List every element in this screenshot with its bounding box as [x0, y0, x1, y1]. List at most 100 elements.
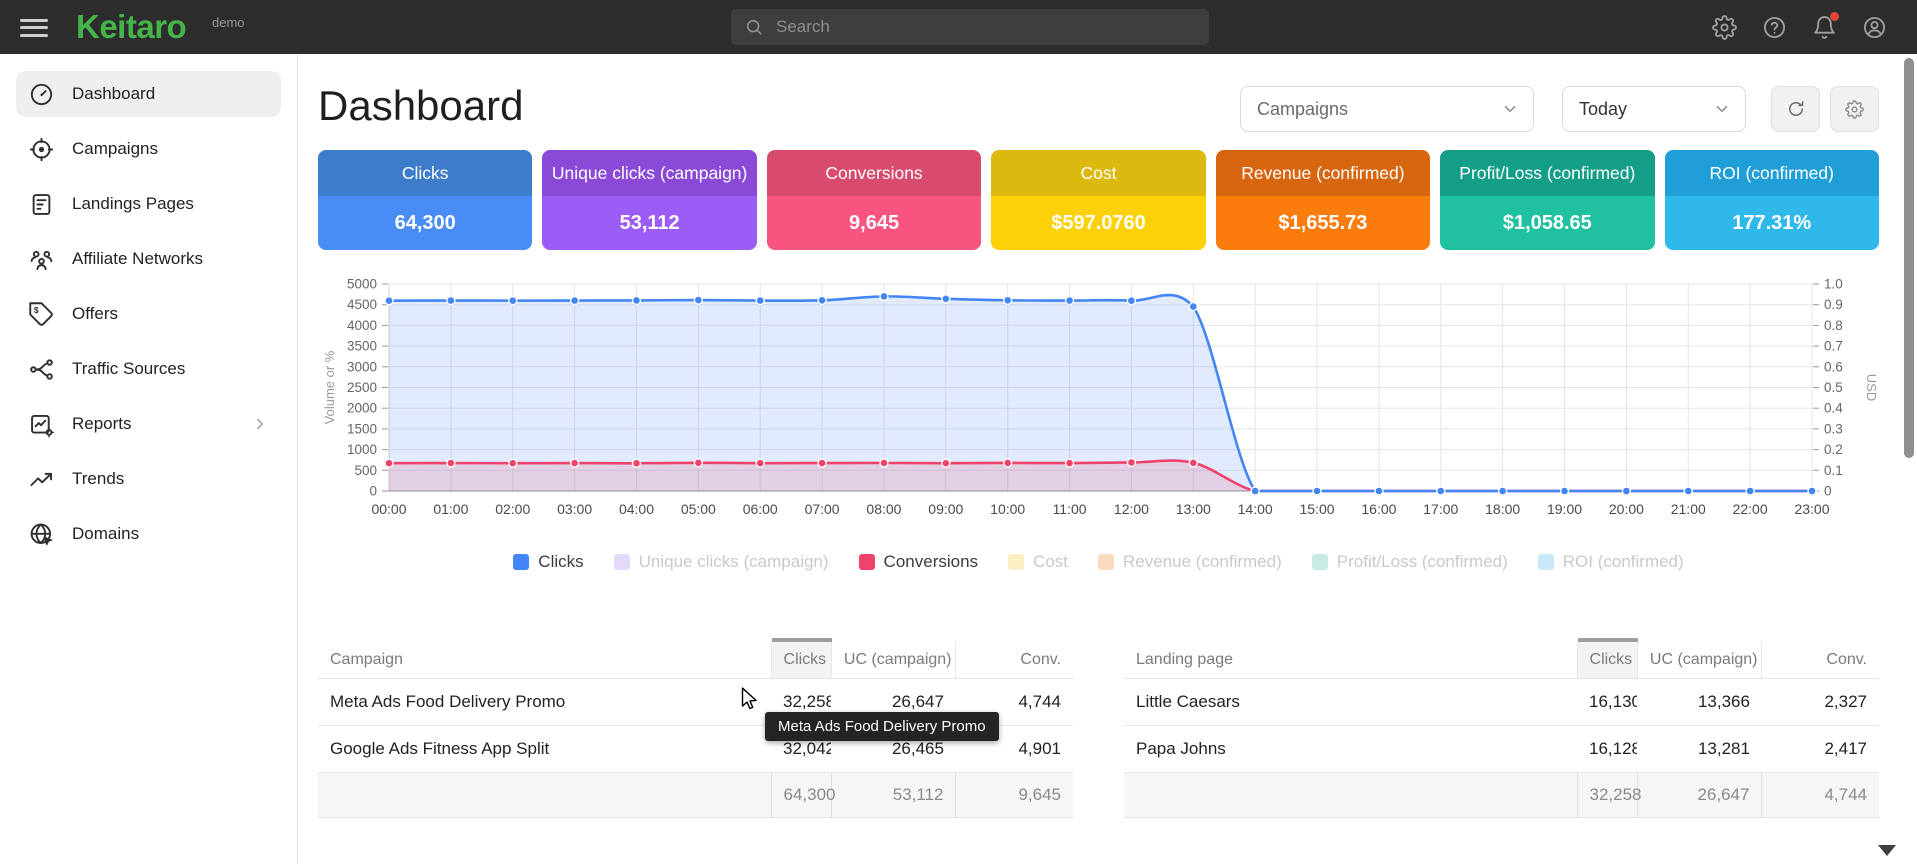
chevron-right-icon	[251, 415, 269, 433]
svg-text:5000: 5000	[347, 277, 377, 292]
grouping-select[interactable]: Campaigns	[1240, 86, 1534, 132]
totals-row: 64,30053,1129,645	[318, 773, 1073, 818]
metric-card-value: 64,300	[318, 196, 532, 250]
total-cell	[1124, 773, 1577, 818]
sidebar-item-label: Domains	[72, 524, 139, 544]
svg-text:05:00: 05:00	[681, 501, 716, 517]
chart-legend: Clicks Unique clicks (campaign) Conversion…	[318, 552, 1879, 572]
svg-text:22:00: 22:00	[1733, 501, 1768, 517]
column-header-clicks[interactable]: Clicks	[771, 640, 831, 679]
date-range-select[interactable]: Today	[1562, 86, 1746, 132]
sidebar-item-label: Offers	[72, 304, 118, 324]
search-input[interactable]	[774, 16, 1178, 38]
sidebar-item-label: Traffic Sources	[72, 359, 185, 379]
metric-cards: Clicks64,300Unique clicks (campaign)53,1…	[318, 150, 1879, 250]
row-title-cell: Little Caesars	[1124, 679, 1577, 726]
svg-text:02:00: 02:00	[495, 501, 530, 517]
sidebar-item-traffic-sources[interactable]: Traffic Sources	[16, 346, 281, 392]
svg-text:0.8: 0.8	[1824, 318, 1843, 333]
metric-card-value: 177.31%	[1665, 196, 1879, 250]
svg-text:0.7: 0.7	[1824, 339, 1843, 354]
legend-item-clicks[interactable]: Clicks	[513, 552, 583, 572]
sidebar-item-trends[interactable]: Trends	[16, 456, 281, 502]
row-value-cell: 13,281	[1637, 726, 1762, 773]
row-tooltip: Meta Ads Food Delivery Promo	[765, 712, 999, 741]
table-row[interactable]: Papa Johns16,12813,2812,417	[1124, 726, 1879, 773]
affiliate-networks-icon	[28, 246, 55, 273]
sidebar-item-reports[interactable]: Reports	[16, 401, 281, 447]
row-value-cell: 2,327	[1762, 679, 1879, 726]
column-header-uc-campaign[interactable]: UC (campaign)	[1637, 640, 1762, 679]
metric-card-value: $1,655.73	[1216, 196, 1430, 250]
traffic-chart[interactable]: 005000.110000.215000.320000.425000.53000…	[318, 266, 1879, 526]
legend-swatch	[1098, 554, 1114, 570]
menu-icon[interactable]	[20, 14, 48, 40]
page-title: Dashboard	[318, 82, 523, 130]
refresh-button[interactable]	[1771, 86, 1820, 132]
svg-text:4000: 4000	[347, 318, 377, 333]
svg-text:500: 500	[354, 463, 377, 478]
svg-text:18:00: 18:00	[1485, 501, 1520, 517]
sidebar-item-campaigns[interactable]: Campaigns	[16, 126, 281, 172]
svg-text:2500: 2500	[347, 380, 377, 395]
legend-label: Profit/Loss (confirmed)	[1337, 552, 1508, 572]
account-icon[interactable]	[1862, 15, 1887, 40]
legend-item-cost[interactable]: Cost	[1008, 552, 1068, 572]
legend-label: Unique clicks (campaign)	[639, 552, 829, 572]
legend-swatch	[1008, 554, 1024, 570]
legend-swatch	[859, 554, 875, 570]
chevron-down-icon	[1501, 100, 1519, 118]
top-bar: Keitaro demo	[0, 0, 1917, 54]
row-title-cell: Papa Johns	[1124, 726, 1577, 773]
metric-card-cost: Cost$597.0760	[991, 150, 1205, 250]
sidebar-item-dashboard[interactable]: Dashboard	[16, 71, 281, 117]
svg-text:USD: USD	[1864, 374, 1879, 401]
column-header-clicks[interactable]: Clicks	[1577, 640, 1637, 679]
scrollbar-thumb[interactable]	[1904, 58, 1914, 458]
sidebar-item-landings-pages[interactable]: Landings Pages	[16, 181, 281, 227]
legend-swatch	[513, 554, 529, 570]
scroll-down-arrow[interactable]	[1878, 845, 1896, 856]
sidebar-item-offers[interactable]: $ Offers	[16, 291, 281, 337]
svg-text:0.3: 0.3	[1824, 421, 1843, 436]
legend-item-conversions[interactable]: Conversions	[859, 552, 979, 572]
svg-text:06:00: 06:00	[743, 501, 778, 517]
column-header-campaign[interactable]: Campaign	[318, 640, 771, 679]
settings-icon[interactable]	[1712, 15, 1737, 40]
svg-text:03:00: 03:00	[557, 501, 592, 517]
legend-label: ROI (confirmed)	[1563, 552, 1684, 572]
legend-item-profit-loss-confirmed[interactable]: Profit/Loss (confirmed)	[1312, 552, 1508, 572]
table-row[interactable]: Little Caesars16,13013,3662,327	[1124, 679, 1879, 726]
column-header-landing-page[interactable]: Landing page	[1124, 640, 1577, 679]
svg-text:0.2: 0.2	[1824, 442, 1843, 457]
dashboard-settings-button[interactable]	[1830, 86, 1879, 132]
column-header-conv[interactable]: Conv.	[1762, 640, 1879, 679]
column-header-uc-campaign[interactable]: UC (campaign)	[831, 640, 956, 679]
svg-text:13:00: 13:00	[1176, 501, 1211, 517]
metric-card-roi-confirmed: ROI (confirmed)177.31%	[1665, 150, 1879, 250]
metric-card-profit-loss-confirmed: Profit/Loss (confirmed)$1,058.65	[1440, 150, 1654, 250]
notifications-icon[interactable]	[1812, 15, 1837, 40]
sidebar-item-affiliate-networks[interactable]: Affiliate Networks	[16, 236, 281, 282]
svg-text:$: $	[34, 304, 39, 314]
total-cell: 32,258	[1577, 773, 1637, 818]
metric-card-value: $597.0760	[991, 196, 1205, 250]
legend-label: Revenue (confirmed)	[1123, 552, 1282, 572]
legend-item-unique-clicks-campaign[interactable]: Unique clicks (campaign)	[614, 552, 829, 572]
legend-item-roi-confirmed[interactable]: ROI (confirmed)	[1538, 552, 1684, 572]
metric-card-label: Cost	[991, 150, 1205, 196]
column-header-conv[interactable]: Conv.	[956, 640, 1073, 679]
svg-text:1500: 1500	[347, 421, 377, 436]
legend-item-revenue-confirmed[interactable]: Revenue (confirmed)	[1098, 552, 1282, 572]
metric-card-label: Profit/Loss (confirmed)	[1440, 150, 1654, 196]
chevron-down-icon	[1713, 100, 1731, 118]
app-logo: Keitaro	[76, 8, 186, 46]
sidebar-item-label: Reports	[72, 414, 132, 434]
svg-text:08:00: 08:00	[866, 501, 901, 517]
help-icon[interactable]	[1762, 15, 1787, 40]
svg-text:16:00: 16:00	[1361, 501, 1396, 517]
sidebar-item-domains[interactable]: Domains	[16, 511, 281, 557]
metric-card-conversions: Conversions9,645	[767, 150, 981, 250]
domains-icon	[28, 521, 55, 548]
svg-text:0.5: 0.5	[1824, 380, 1843, 395]
